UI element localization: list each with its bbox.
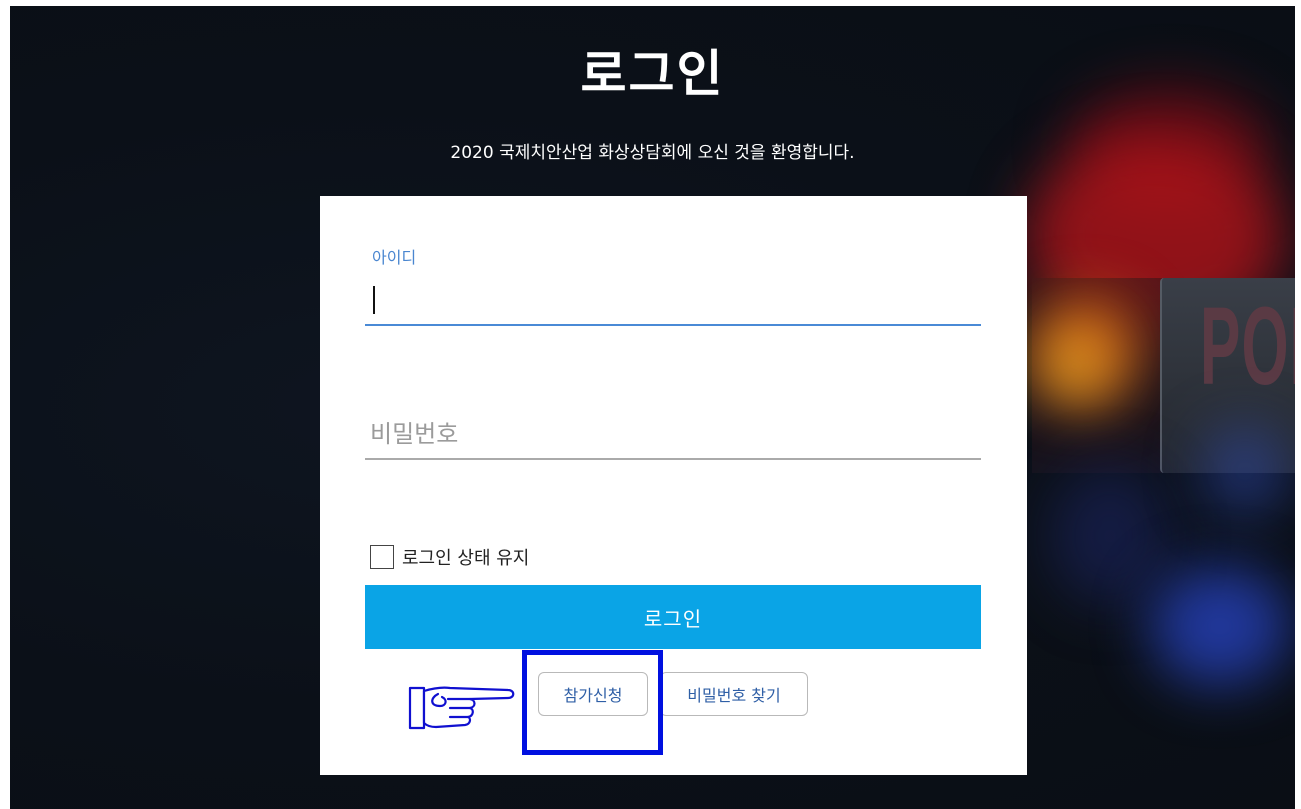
- find-password-button[interactable]: 비밀번호 찾기: [660, 672, 808, 716]
- background-lightbar: [1032, 278, 1162, 473]
- password-field: [365, 406, 981, 460]
- login-page: POI 로그인 2020 국제치안산업 화상상담회에 오신 것을 환영합니다. …: [10, 6, 1295, 809]
- id-label: 아이디: [372, 248, 417, 267]
- remember-me-row[interactable]: 로그인 상태 유지: [370, 542, 529, 572]
- highlight-box: [522, 650, 663, 755]
- remember-me-checkbox[interactable]: [370, 545, 394, 569]
- remember-me-label[interactable]: 로그인 상태 유지: [402, 544, 529, 570]
- id-field: 아이디: [365, 244, 981, 326]
- background-light: [1150, 566, 1290, 686]
- background-sign-text: POI: [1200, 285, 1295, 408]
- page-title: 로그인: [580, 45, 725, 103]
- text-cursor: [373, 286, 375, 314]
- password-input[interactable]: [370, 414, 970, 454]
- id-input[interactable]: [370, 276, 970, 316]
- login-card: 아이디 로그인 상태 유지 로그인 참가신청 비밀번호 찾기: [320, 196, 1027, 775]
- pointing-hand-icon: [408, 686, 515, 730]
- background-police-sign: POI: [1160, 278, 1295, 473]
- login-button[interactable]: 로그인: [365, 585, 981, 649]
- background-light: [1050, 466, 1170, 606]
- welcome-message: 2020 국제치안산업 화상상담회에 오신 것을 환영합니다.: [450, 143, 855, 163]
